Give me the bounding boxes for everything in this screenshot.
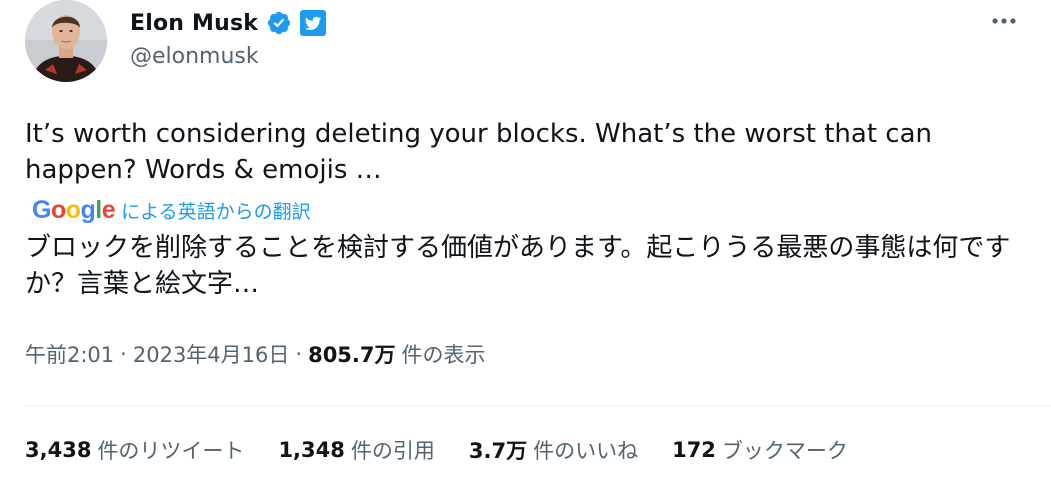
translation-attribution: Google による英語からの翻訳 <box>32 195 311 225</box>
views-label: 件の表示 <box>401 343 486 367</box>
quotes-count: 1,348 <box>278 438 345 462</box>
bookmarks-label: ブックマーク <box>721 439 848 463</box>
translation-source-link[interactable]: による英語からの翻訳 <box>121 197 310 224</box>
likes-stat[interactable]: 3.7万 件のいいね <box>469 435 638 465</box>
bookmarks-count: 172 <box>672 438 716 462</box>
tweet-time[interactable]: 午前2:01 <box>25 339 114 369</box>
tweet-date[interactable]: 2023年4月16日 <box>133 339 290 369</box>
likes-count: 3.7万 <box>468 439 528 463</box>
google-logo: Google <box>32 196 116 224</box>
tweet-text: It’s worth considering deleting your blo… <box>25 119 932 185</box>
meta-separator: · <box>295 342 303 366</box>
engagement-stats: 3,438 件のリツイート 1,348 件の引用 3.7万 件のいいね 172 … <box>25 434 882 466</box>
tweet-card: Elon Musk @elonmusk It’s worth consideri… <box>0 0 1051 493</box>
views-count: 805.7万 <box>308 343 396 367</box>
quotes-stat[interactable]: 1,348 件の引用 <box>278 435 434 465</box>
twitter-bird-icon[interactable] <box>300 10 327 36</box>
translated-text: ブロックを削除することを検討する価値があります。起こりうる最悪の事態は何ですか？… <box>25 233 1011 299</box>
divider <box>25 405 1051 406</box>
likes-label: 件のいいね <box>533 439 639 463</box>
author-handle[interactable]: @elonmusk <box>130 44 259 69</box>
author-name-row: Elon Musk <box>130 6 327 40</box>
more-dots-icon <box>992 18 1016 24</box>
avatar-photo <box>25 0 107 82</box>
verified-badge-icon <box>266 10 292 36</box>
meta-separator: · <box>120 342 127 366</box>
more-options-button[interactable] <box>984 8 1024 34</box>
retweets-label: 件のリツイート <box>97 439 245 463</box>
bookmarks-stat[interactable]: 172 ブックマーク <box>672 435 848 465</box>
tweet-meta: 午前2:01 · 2023年4月16日 · 805.7万 件の表示 <box>25 338 486 370</box>
quotes-label: 件の引用 <box>350 439 435 463</box>
avatar[interactable] <box>25 0 107 82</box>
retweets-count: 3,438 <box>25 438 92 462</box>
retweets-stat[interactable]: 3,438 件のリツイート <box>25 435 244 465</box>
author-name[interactable]: Elon Musk <box>130 11 258 36</box>
